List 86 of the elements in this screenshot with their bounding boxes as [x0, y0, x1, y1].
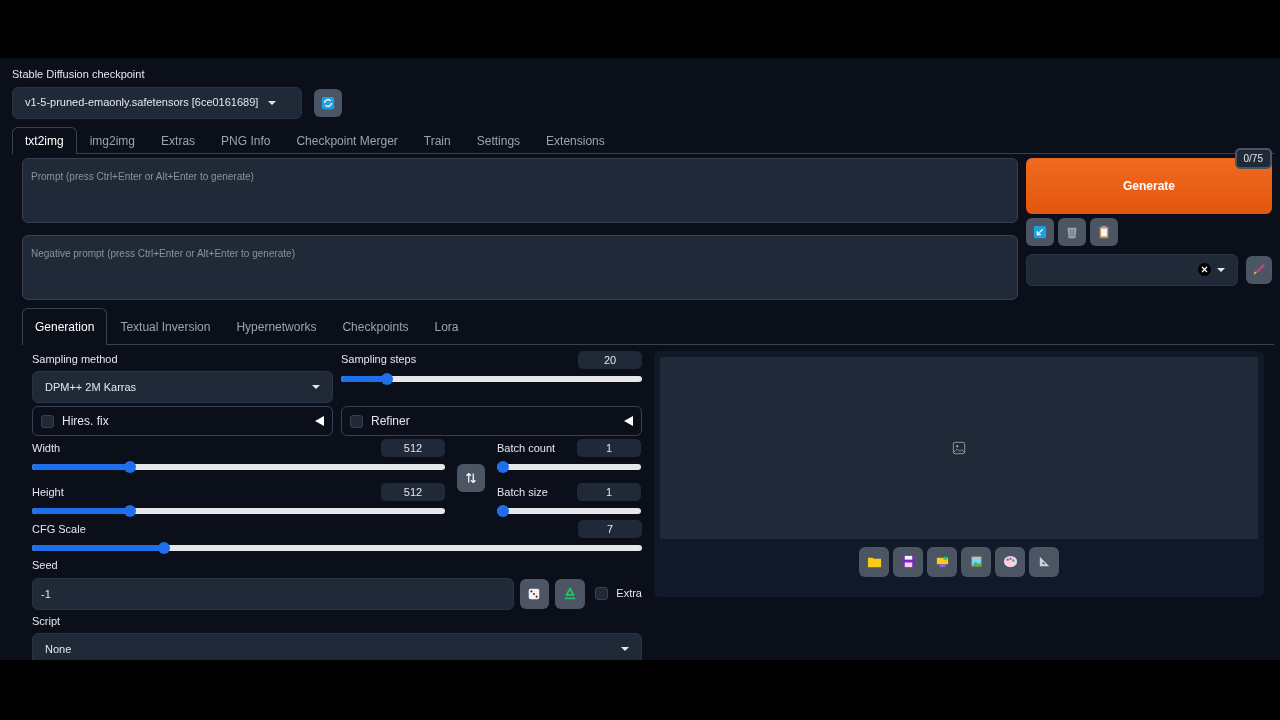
- slider-thumb[interactable]: [381, 372, 394, 385]
- number-field[interactable]: 512: [381, 439, 445, 457]
- slider-thumb[interactable]: [157, 542, 170, 554]
- slider[interactable]: [341, 372, 642, 385]
- swap-icon: [465, 472, 477, 484]
- image-icon: [952, 440, 966, 455]
- send-to-inpaint-button[interactable]: [995, 546, 1025, 577]
- checkbox[interactable]: [41, 414, 54, 428]
- tab[interactable]: Textual Inversion: [107, 307, 224, 345]
- swap-button[interactable]: [457, 464, 485, 492]
- tab[interactable]: txt2img: [12, 126, 77, 154]
- paste-button[interactable]: [1090, 217, 1118, 246]
- slider-thumb[interactable]: [497, 461, 509, 473]
- caret-icon: [312, 385, 320, 389]
- tab[interactable]: PNG Info: [208, 126, 284, 154]
- number-field[interactable]: 7: [578, 520, 642, 538]
- palette-icon: [1002, 554, 1018, 569]
- clear-button[interactable]: [1058, 217, 1086, 246]
- slider-label: Height: [32, 484, 64, 500]
- slider-label: CFG Scale: [32, 521, 86, 537]
- slider[interactable]: [497, 505, 641, 517]
- checkbox[interactable]: [595, 587, 609, 600]
- tab[interactable]: Hypernetworks: [223, 307, 330, 345]
- send-to-extras-button[interactable]: [1029, 546, 1059, 577]
- floppy-icon: [900, 554, 916, 569]
- script-dropdown[interactable]: None: [32, 633, 642, 660]
- open-folder-button[interactable]: [859, 546, 889, 577]
- edit-styles-button[interactable]: [1246, 255, 1272, 284]
- slider-label: Width: [32, 440, 61, 456]
- field-label: Seed: [32, 558, 59, 573]
- tab[interactable]: Train: [410, 126, 464, 154]
- save-button[interactable]: [893, 546, 923, 577]
- tab[interactable]: Checkpoints: [329, 307, 422, 345]
- number-field[interactable]: 1: [577, 483, 641, 501]
- checkbox-label: Extra: [616, 586, 642, 602]
- tab[interactable]: Generation: [22, 307, 108, 345]
- accordion-header[interactable]: Hires. fix: [32, 406, 333, 436]
- refresh-icon: [321, 95, 335, 110]
- collapse-icon: [315, 416, 324, 426]
- checkpoint-dropdown[interactable]: v1-5-pruned-emaonly.safetensors [6ce0161689]: [12, 86, 302, 119]
- refresh-button[interactable]: [314, 88, 342, 117]
- negative-prompt-field[interactable]: Negative prompt (press Ctrl+Enter or Alt+Enter to generate): [22, 234, 1018, 300]
- caret-icon: [1217, 267, 1226, 272]
- slider[interactable]: [32, 461, 445, 473]
- slider-label: Sampling steps: [341, 352, 417, 368]
- accordion-label: Hires. fix: [62, 413, 109, 430]
- tab[interactable]: img2img: [76, 126, 149, 154]
- caret-icon: [621, 647, 629, 651]
- slider-thumb[interactable]: [497, 505, 509, 517]
- slider-thumb[interactable]: [124, 505, 137, 517]
- tab[interactable]: Settings: [463, 126, 534, 154]
- slider-label: Batch size: [497, 484, 548, 500]
- seed-field[interactable]: -1: [32, 577, 514, 610]
- brush-icon: [1252, 262, 1267, 277]
- sampling-method-dropdown[interactable]: DPM++ 2M Karras: [32, 371, 333, 403]
- apply-styles-button[interactable]: [1026, 217, 1054, 246]
- token-counter: 0/75: [1234, 147, 1272, 169]
- slider-label: Batch count: [497, 440, 556, 456]
- checkbox[interactable]: [350, 414, 363, 428]
- clear-icon: [1198, 263, 1212, 276]
- tab[interactable]: Extras: [148, 126, 209, 154]
- field-label: Sampling method: [32, 351, 119, 367]
- clipboard-icon: [1097, 224, 1111, 239]
- landscape-icon: [968, 554, 984, 569]
- slider[interactable]: [497, 461, 641, 473]
- number-field[interactable]: 512: [381, 483, 445, 501]
- dice-icon: [527, 586, 542, 601]
- caret-icon: [268, 100, 277, 105]
- accordion-header[interactable]: Refiner: [341, 406, 642, 436]
- tab[interactable]: Checkpoint Merger: [283, 126, 411, 154]
- slider[interactable]: [32, 542, 642, 554]
- number-field[interactable]: 20: [578, 350, 642, 369]
- send-to-img2img-button[interactable]: [961, 546, 991, 577]
- field-label: Stable Diffusion checkpoint: [12, 67, 146, 82]
- tab[interactable]: Lora: [421, 307, 472, 345]
- card-file-icon: [934, 554, 950, 569]
- collapse-icon: [624, 416, 633, 426]
- reuse-seed-button[interactable]: [555, 578, 586, 609]
- accordion-label: Refiner: [371, 413, 410, 430]
- tab[interactable]: Extensions: [533, 126, 618, 154]
- slider[interactable]: [32, 505, 445, 517]
- slider-thumb[interactable]: [124, 461, 137, 473]
- field-label: Script: [32, 613, 62, 629]
- prompt-field[interactable]: Prompt (press Ctrl+Enter or Alt+Enter to generate): [22, 157, 1018, 223]
- random-seed-button[interactable]: [519, 578, 550, 609]
- number-field[interactable]: 1: [577, 439, 641, 457]
